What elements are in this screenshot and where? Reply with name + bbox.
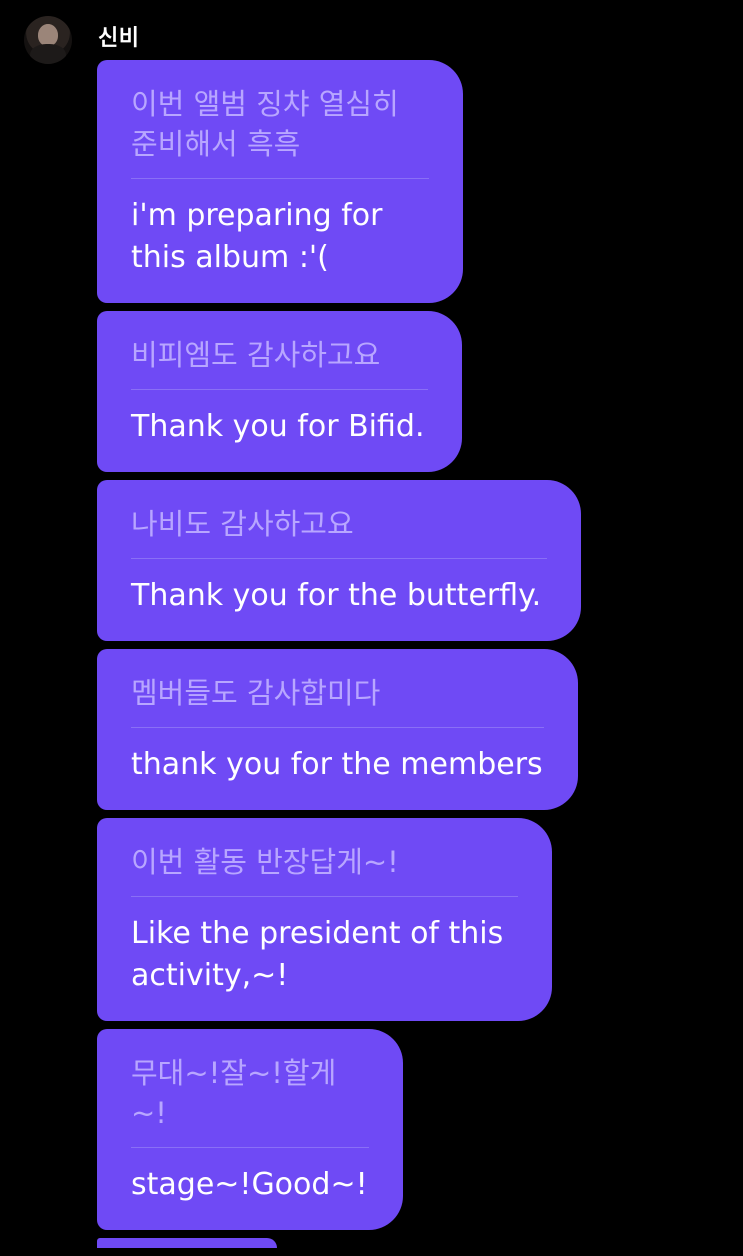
message-translation-text: Like the president of this activity,~! bbox=[131, 916, 504, 993]
message-bubble[interactable]: 이번 앨범 징챠 열심히 준비해서 흑흑 i'm preparing for t… bbox=[97, 60, 463, 303]
message-translation-text: Thank you for the butterfly. bbox=[131, 578, 542, 613]
sender-name: 신비 bbox=[98, 26, 140, 51]
message-list[interactable]: 이번 앨범 징챠 열심히 준비해서 흑흑 i'm preparing for t… bbox=[97, 60, 717, 1256]
message-bubble-partial[interactable] bbox=[97, 1238, 277, 1248]
message-korean-text: 이번 앨범 징챠 열심히 준비해서 흑흑 bbox=[131, 84, 429, 179]
message-korean-text: 멤버들도 감사합미다 bbox=[131, 673, 544, 728]
message-bubble[interactable]: 비피엠도 감사하고요 Thank you for Bifid. bbox=[97, 311, 462, 472]
message-korean-text: 나비도 감사하고요 bbox=[131, 504, 547, 559]
message-korean-text: 무대~!잘~!할게~! bbox=[131, 1053, 369, 1148]
message-translation-text: i'm preparing for this album :'( bbox=[131, 198, 383, 275]
message-bubble[interactable]: 나비도 감사하고요 Thank you for the butterfly. bbox=[97, 480, 581, 641]
message-korean-text: 비피엠도 감사하고요 bbox=[131, 335, 428, 390]
message-translation-text: thank you for the members bbox=[131, 747, 543, 782]
message-translation-text: Thank you for Bifid. bbox=[131, 409, 425, 444]
sender-avatar[interactable] bbox=[24, 16, 72, 64]
message-korean-text: 이번 활동 반장답게~! bbox=[131, 842, 518, 897]
message-bubble[interactable]: 멤버들도 감사합미다 thank you for the members bbox=[97, 649, 578, 810]
message-bubble[interactable]: 이번 활동 반장답게~! Like the president of this … bbox=[97, 818, 552, 1021]
